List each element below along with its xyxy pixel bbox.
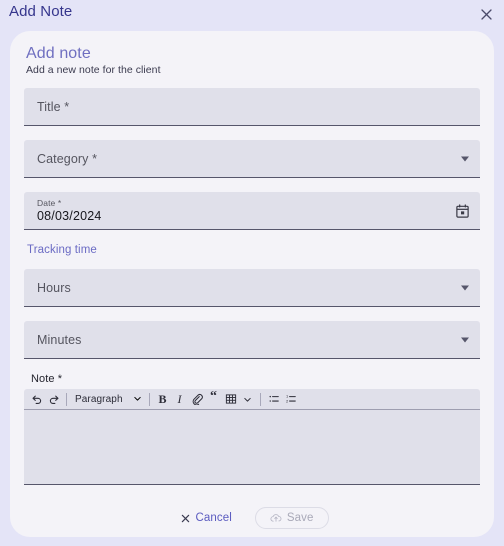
chevron-down-icon (461, 156, 469, 161)
cancel-button-label: Cancel (195, 512, 232, 524)
cloud-upload-icon (270, 512, 282, 524)
paragraph-style-value: Paragraph (75, 393, 123, 405)
save-button-label: Save (286, 512, 314, 524)
note-editor: Paragraph B I “ 1 2 (24, 389, 480, 485)
minutes-select[interactable]: Minutes (24, 321, 480, 359)
bold-button[interactable]: B (154, 391, 171, 408)
toolbar-divider (149, 392, 150, 406)
link-icon[interactable] (188, 391, 205, 408)
dialog-title: Add Note (9, 3, 73, 20)
dialog-footer: Cancel Save (10, 499, 494, 537)
add-note-form: Title * Category * Date * 08/03/2024 Tra… (10, 76, 494, 485)
cancel-button[interactable]: Cancel (175, 508, 237, 528)
category-select[interactable]: Category * (24, 140, 480, 178)
editor-toolbar: Paragraph B I “ 1 2 (24, 389, 480, 410)
hours-select[interactable]: Hours (24, 269, 480, 307)
close-icon[interactable] (476, 4, 496, 24)
chevron-down-icon (461, 337, 469, 342)
hours-select-placeholder: Hours (37, 280, 71, 295)
category-select-placeholder: Category * (37, 151, 98, 166)
calendar-icon[interactable] (455, 203, 470, 218)
chevron-down-icon (133, 390, 142, 408)
tracking-time-label: Tracking time (27, 244, 97, 256)
table-options-chevron-down-icon[interactable] (239, 391, 256, 408)
close-icon (181, 514, 190, 523)
chevron-down-icon (461, 285, 469, 290)
paragraph-style-select[interactable]: Paragraph (71, 391, 145, 408)
undo-icon[interactable] (28, 391, 45, 408)
save-button[interactable]: Save (254, 507, 329, 529)
note-textarea[interactable] (24, 410, 480, 484)
blockquote-button[interactable]: “ (205, 388, 222, 405)
italic-button[interactable]: I (171, 391, 188, 408)
redo-icon[interactable] (45, 391, 62, 408)
dialog-header: Add Note (0, 0, 504, 30)
card-header: Add note Add a new note for the client (10, 31, 494, 76)
minutes-select-placeholder: Minutes (37, 332, 82, 347)
numbered-list-icon[interactable]: 1 2 (282, 391, 299, 408)
bullet-list-icon[interactable] (265, 391, 282, 408)
date-field-value: 08/03/2024 (37, 209, 102, 223)
toolbar-divider (260, 392, 261, 406)
add-note-card: Add note Add a new note for the client T… (10, 31, 494, 537)
page-subtitle: Add a new note for the client (26, 64, 161, 76)
page-title: Add note (26, 45, 91, 62)
svg-text:2: 2 (285, 398, 287, 403)
note-label: Note * (31, 373, 63, 385)
date-field[interactable]: Date * 08/03/2024 (24, 192, 480, 230)
title-field[interactable]: Title * (24, 88, 480, 126)
title-field-placeholder: Title * (37, 99, 70, 114)
toolbar-divider (66, 392, 67, 406)
table-icon[interactable] (222, 391, 239, 408)
date-field-label: Date * (37, 198, 62, 208)
